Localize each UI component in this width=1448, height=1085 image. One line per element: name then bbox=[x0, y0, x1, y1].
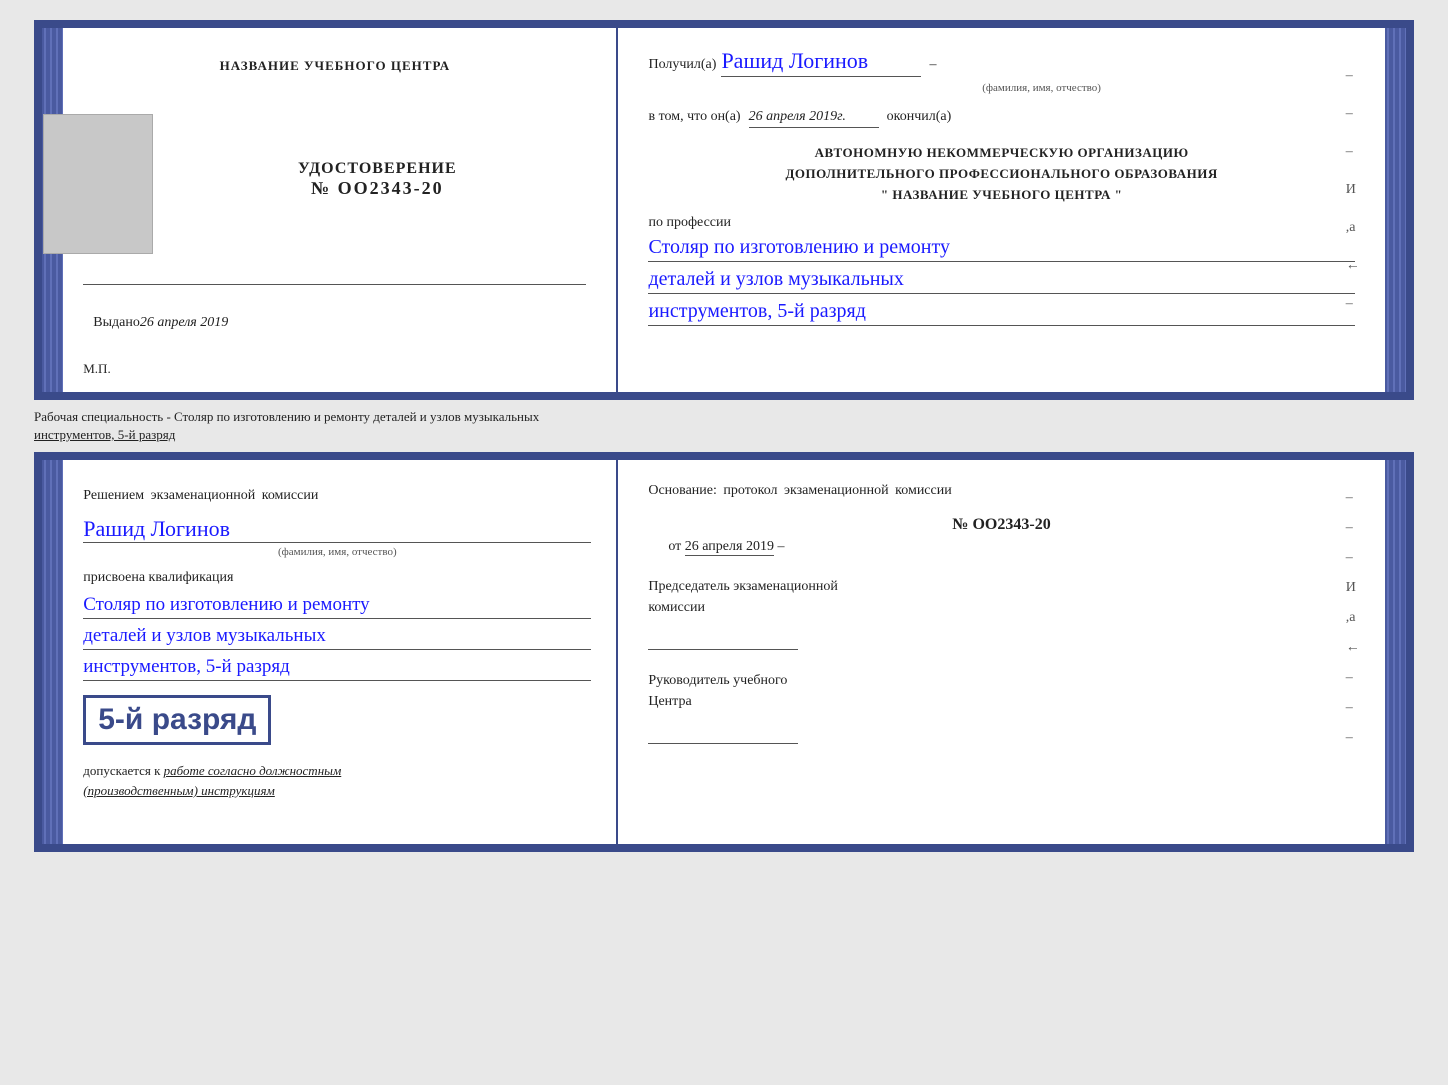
profession-line3-top: инструментов, 5-й разряд bbox=[648, 300, 1354, 326]
school-name-top: НАЗВАНИЕ УЧЕБНОГО ЦЕНТРА bbox=[220, 58, 451, 74]
b-dash-5: – bbox=[1346, 700, 1360, 716]
udostoverenie-block: УДОСТОВЕРЕНИЕ № OO2343-20 bbox=[298, 160, 457, 199]
top-left-panel: НАЗВАНИЕ УЧЕБНОГО ЦЕНТРА УДОСТОВЕРЕНИЕ №… bbox=[63, 28, 618, 392]
razryad-box: 5-й разряд bbox=[83, 695, 271, 745]
mp-label: М.П. bbox=[83, 361, 110, 377]
rukovoditel-block: Руководитель учебного Центра bbox=[648, 670, 1354, 744]
po-professii-label: по профессии bbox=[648, 215, 1354, 231]
okonchil-label: окончил(а) bbox=[887, 109, 952, 125]
dash-3: – bbox=[1346, 144, 1360, 160]
spine-right-top bbox=[1385, 28, 1406, 392]
b-dash-6: – bbox=[1346, 730, 1360, 746]
vydano-date: 26 апреля 2019 bbox=[140, 315, 228, 330]
profession-line2-top: деталей и узлов музыкальных bbox=[648, 268, 1354, 294]
b-letter-i: И bbox=[1346, 580, 1360, 596]
right-side-dashes-bottom: – – – И ,а ← – – – bbox=[1346, 490, 1360, 746]
vtom-date: 26 апреля 2019г. bbox=[749, 109, 879, 128]
rukovoditel-sign-line bbox=[648, 722, 798, 744]
prisvoena-text: присвоена квалификация bbox=[83, 570, 591, 586]
dopuskaetsya-value2: (производственным) инструкциям bbox=[83, 783, 275, 798]
prof-line2-bottom: деталей и узлов музыкальных bbox=[83, 625, 591, 650]
rashid-name-bottom: Рашид Логинов bbox=[83, 516, 591, 543]
specialnost-text-2: инструментов, 5-й разряд bbox=[34, 427, 175, 442]
dopuskaetsya-value: работе согласно должностным bbox=[164, 763, 342, 778]
dash-2: – bbox=[1346, 106, 1360, 122]
predsedatel-block: Председатель экзаменационной комиссии bbox=[648, 576, 1354, 650]
ot-dash: – bbox=[777, 539, 784, 554]
udostoverenie-title: УДОСТОВЕРЕНИЕ bbox=[298, 160, 457, 178]
b-dash-4: – bbox=[1346, 670, 1360, 686]
udostoverenie-number: № OO2343-20 bbox=[298, 178, 457, 199]
dash: – bbox=[929, 57, 936, 73]
vydano-line: Выдано26 апреля 2019 bbox=[93, 315, 228, 331]
dash-1: – bbox=[1346, 68, 1360, 84]
dopuskaetsya-label: допускается к bbox=[83, 763, 160, 778]
photo-placeholder bbox=[43, 114, 153, 254]
b-dash-1: – bbox=[1346, 490, 1360, 506]
ot-date: 26 апреля 2019 bbox=[685, 539, 774, 556]
razryad-text: 5-й разряд bbox=[98, 703, 256, 736]
org-line2: ДОПОЛНИТЕЛЬНОГО ПРОФЕССИОНАЛЬНОГО ОБРАЗО… bbox=[648, 164, 1354, 185]
rukovoditel-line2: Центра bbox=[648, 691, 1354, 712]
ot-label: от bbox=[668, 539, 681, 554]
protocol-number: № OO2343-20 bbox=[648, 516, 1354, 534]
predsedatel-sign-line bbox=[648, 628, 798, 650]
b-arrow: ← bbox=[1346, 640, 1360, 656]
b-letter-a: ,а bbox=[1346, 610, 1360, 626]
dashes-col: – – – И ,а ← – – – bbox=[1346, 490, 1360, 746]
top-document: НАЗВАНИЕ УЧЕБНОГО ЦЕНТРА УДОСТОВЕРЕНИЕ №… bbox=[34, 20, 1414, 400]
resheniem-text: Решением экзаменационной комиссии bbox=[83, 485, 591, 506]
bottom-document: Решением экзаменационной комиссии Рашид … bbox=[34, 452, 1414, 852]
spine-right-bottom bbox=[1385, 460, 1406, 844]
dopuskaetsya-line: допускается к работе согласно должностны… bbox=[83, 761, 591, 800]
vydano-label: Выдано bbox=[93, 315, 140, 330]
page-container: НАЗВАНИЕ УЧЕБНОГО ЦЕНТРА УДОСТОВЕРЕНИЕ №… bbox=[34, 20, 1414, 852]
spine-left-bottom bbox=[42, 460, 63, 844]
vtom-label: в том, что он(а) bbox=[648, 109, 740, 125]
prof-line1-bottom: Столяр по изготовлению и ремонту bbox=[83, 594, 591, 619]
poluchil-line: Получил(а) Рашид Логинов – bbox=[648, 48, 1354, 77]
letter-i: И bbox=[1346, 182, 1360, 198]
specialnost-text-1: Рабочая специальность - Столяр по изгото… bbox=[34, 409, 539, 424]
poluchil-label: Получил(а) bbox=[648, 57, 716, 73]
specialnost-separator: Рабочая специальность - Столяр по изгото… bbox=[34, 408, 1414, 444]
b-dash-3: – bbox=[1346, 550, 1360, 566]
ot-line: от 26 апреля 2019 – bbox=[668, 539, 1354, 556]
bottom-right-panel: Основание: протокол экзаменационной коми… bbox=[618, 460, 1384, 844]
dash-4: – bbox=[1346, 296, 1360, 312]
org-line1: АВТОНОМНУЮ НЕКОММЕРЧЕСКУЮ ОРГАНИЗАЦИЮ bbox=[648, 143, 1354, 164]
arrow-left: ← bbox=[1346, 258, 1360, 274]
osnovanie-text: Основание: протокол экзаменационной коми… bbox=[648, 480, 1354, 501]
org-block: АВТОНОМНУЮ НЕКОММЕРЧЕСКУЮ ОРГАНИЗАЦИЮ ДО… bbox=[648, 143, 1354, 205]
predsedatel-line1: Председатель экзаменационной bbox=[648, 576, 1354, 597]
b-dash-2: – bbox=[1346, 520, 1360, 536]
prof-line3-bottom: инструментов, 5-й разряд bbox=[83, 656, 591, 681]
fio-caption-top: (фамилия, имя, отчество) bbox=[728, 82, 1354, 94]
bottom-left-panel: Решением экзаменационной комиссии Рашид … bbox=[63, 460, 618, 844]
fio-caption-bottom: (фамилия, имя, отчество) bbox=[83, 546, 591, 558]
right-side-dashes-top: – – – И ,а ← – bbox=[1346, 68, 1360, 312]
rukovoditel-line1: Руководитель учебного bbox=[648, 670, 1354, 691]
vtom-line: в том, что он(а) 26 апреля 2019г. окончи… bbox=[648, 109, 1354, 128]
profession-line1-top: Столяр по изготовлению и ремонту bbox=[648, 236, 1354, 262]
top-right-panel: Получил(а) Рашид Логинов – (фамилия, имя… bbox=[618, 28, 1384, 392]
org-name: " НАЗВАНИЕ УЧЕБНОГО ЦЕНТРА " bbox=[648, 185, 1354, 206]
recipient-name: Рашид Логинов bbox=[721, 48, 921, 77]
predsedatel-line2: комиссии bbox=[648, 597, 1354, 618]
letter-a: ,а bbox=[1346, 220, 1360, 236]
